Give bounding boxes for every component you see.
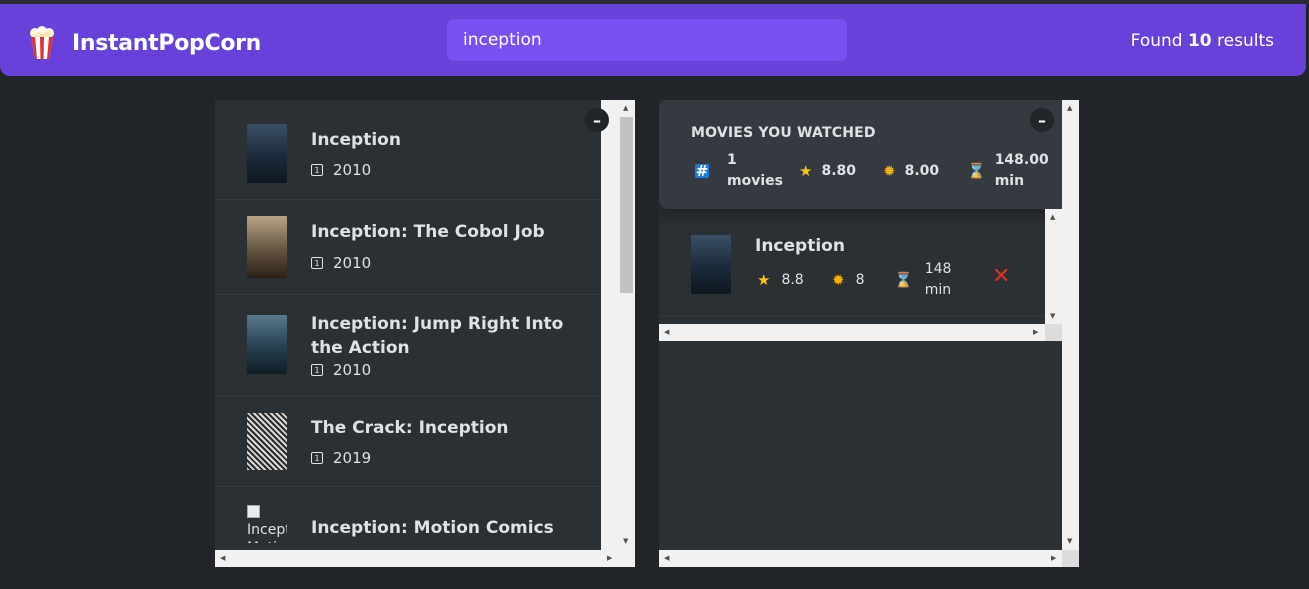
watched-heading: MOVIES YOU WATCHED	[691, 125, 876, 141]
watched-count-value: 1	[727, 152, 737, 168]
watched-movie-title: Inception	[755, 236, 845, 256]
watched-imdb-rating: ★ 8.8	[757, 271, 804, 289]
watched-movie-item: Inception ★ 8.8 ✹ 8 ⌛ 148 min ✕	[659, 210, 1045, 316]
movie-title: The Crack: Inception	[311, 418, 509, 438]
movie-poster	[247, 315, 287, 374]
scrollbar-corner	[1045, 324, 1062, 341]
movie-year-value: 2019	[333, 449, 372, 467]
scroll-down-arrow-icon[interactable]: ▼	[623, 537, 628, 545]
scroll-up-arrow-icon[interactable]: ▲	[623, 104, 628, 112]
watched-imdb-rating-value: 8.8	[781, 272, 804, 288]
broken-poster-image: Inception: Motion Comics	[247, 503, 287, 543]
avg-runtime-value: 148.00	[994, 152, 1049, 168]
watched-user-rating: ✹ 8	[832, 271, 865, 289]
calendar-icon: 1	[311, 164, 323, 176]
calendar-icon: 1	[311, 452, 323, 464]
app-name: InstantPopCorn	[72, 30, 262, 56]
logo: InstantPopCorn	[28, 26, 261, 60]
watched-runtime: ⌛ 148 min	[894, 259, 951, 301]
movie-title: Inception	[311, 130, 401, 150]
star-icon: ★	[757, 271, 771, 289]
avg-runtime-unit: min	[994, 173, 1025, 189]
scroll-right-arrow-icon[interactable]: ▶	[607, 554, 612, 562]
hash-icon: #	[695, 162, 709, 180]
poster-alt-text: Inception: Motion Comics	[247, 522, 287, 543]
navbar: InstantPopCorn Found 10 results	[0, 4, 1306, 76]
collapse-list-button[interactable]: –	[585, 108, 609, 132]
search-input[interactable]	[447, 19, 847, 61]
sun-icon: ✹	[883, 162, 896, 180]
movie-poster	[247, 216, 287, 278]
movie-title: Inception: Jump Right Into the Action	[311, 314, 564, 358]
results-suffix: results	[1211, 31, 1274, 51]
movie-year: 1 2010	[311, 254, 371, 272]
sun-icon: ✹	[832, 271, 845, 289]
scroll-left-arrow-icon[interactable]: ◀	[664, 554, 669, 562]
scroll-up-arrow-icon[interactable]: ▲	[1067, 104, 1072, 112]
watched-box-horizontal-scrollbar[interactable]: ◀ ▶	[659, 550, 1062, 567]
scroll-left-arrow-icon[interactable]: ◀	[220, 554, 225, 562]
scroll-right-arrow-icon[interactable]: ▶	[1051, 554, 1056, 562]
watched-count: # 1 movies	[695, 150, 783, 192]
movie-list-item[interactable]: Inception 1 2010	[215, 100, 601, 200]
watched-list-vertical-scrollbar[interactable]: ▲ ▼	[1045, 209, 1062, 324]
vertical-scrollbar[interactable]: ▲ ▼	[601, 100, 635, 550]
avg-user-rating-value: 8.00	[904, 163, 940, 179]
movie-list-item[interactable]: The Crack: Inception 1 2019	[215, 397, 601, 487]
scroll-right-arrow-icon[interactable]: ▶	[1033, 328, 1038, 336]
avg-runtime: ⌛ 148.00 min	[967, 150, 1049, 192]
calendar-icon: 1	[311, 257, 323, 269]
watched-runtime-value: 148	[924, 261, 952, 277]
movie-list-item[interactable]: Inception: The Cobol Job 1 2010	[215, 200, 601, 295]
remove-watched-button[interactable]: ✕	[992, 264, 1010, 289]
collapse-watched-button[interactable]: –	[1030, 108, 1054, 132]
avg-imdb-rating: ★ 8.80	[799, 162, 856, 180]
scroll-up-arrow-icon[interactable]: ▲	[1050, 213, 1055, 221]
movie-year-value: 2010	[333, 254, 372, 272]
popcorn-icon	[30, 26, 54, 59]
movie-year: 1 2019	[311, 449, 371, 467]
scroll-down-arrow-icon[interactable]: ▼	[1050, 312, 1055, 320]
avg-user-rating: ✹ 8.00	[883, 162, 939, 180]
movie-list-item[interactable]: Inception: Jump Right Into the Action 12…	[215, 295, 601, 397]
hourglass-icon: ⌛	[894, 271, 913, 289]
watched-box-vertical-scrollbar[interactable]: ▲ ▼	[1062, 100, 1079, 550]
hourglass-icon: ⌛	[967, 162, 986, 180]
movie-title: Inception: Motion Comics	[311, 518, 554, 538]
results-count: Found 10 results	[1131, 31, 1274, 51]
broken-image-icon	[247, 505, 260, 518]
star-icon: ★	[799, 162, 813, 180]
watched-summary: MOVIES YOU WATCHED # 1 movies ★ 8.80 ✹ 8.…	[659, 100, 1079, 209]
horizontal-scrollbar[interactable]: ◀ ▶	[215, 550, 635, 567]
movie-year-value: 2010	[333, 161, 372, 179]
scroll-left-arrow-icon[interactable]: ◀	[664, 328, 669, 336]
movie-title: Inception: The Cobol Job	[311, 222, 545, 242]
movie-year: 1 2010	[311, 161, 371, 179]
results-prefix: Found	[1130, 31, 1188, 51]
movie-poster	[691, 235, 731, 294]
calendar-icon: 1	[311, 364, 323, 376]
watched-count-unit: movies	[727, 173, 783, 189]
watched-box: MOVIES YOU WATCHED # 1 movies ★ 8.80 ✹ 8.…	[659, 100, 1079, 567]
avg-imdb-rating-value: 8.80	[821, 163, 856, 179]
movie-year: 1 2010	[311, 361, 371, 379]
movie-list-box: – Inception 1 2010 Inception: The Cobol J…	[215, 100, 635, 567]
watched-list-horizontal-scrollbar[interactable]: ◀ ▶	[659, 324, 1045, 341]
movie-year-value: 2010	[333, 361, 372, 379]
scrollbar-corner	[1062, 550, 1079, 567]
scroll-down-arrow-icon[interactable]: ▼	[1067, 537, 1072, 545]
results-number: 10	[1187, 31, 1212, 51]
movie-poster	[247, 124, 287, 183]
scrollbar-thumb[interactable]	[620, 117, 633, 293]
watched-runtime-unit: min	[924, 282, 952, 298]
watched-user-rating-value: 8	[855, 272, 865, 288]
movie-poster	[247, 413, 287, 470]
